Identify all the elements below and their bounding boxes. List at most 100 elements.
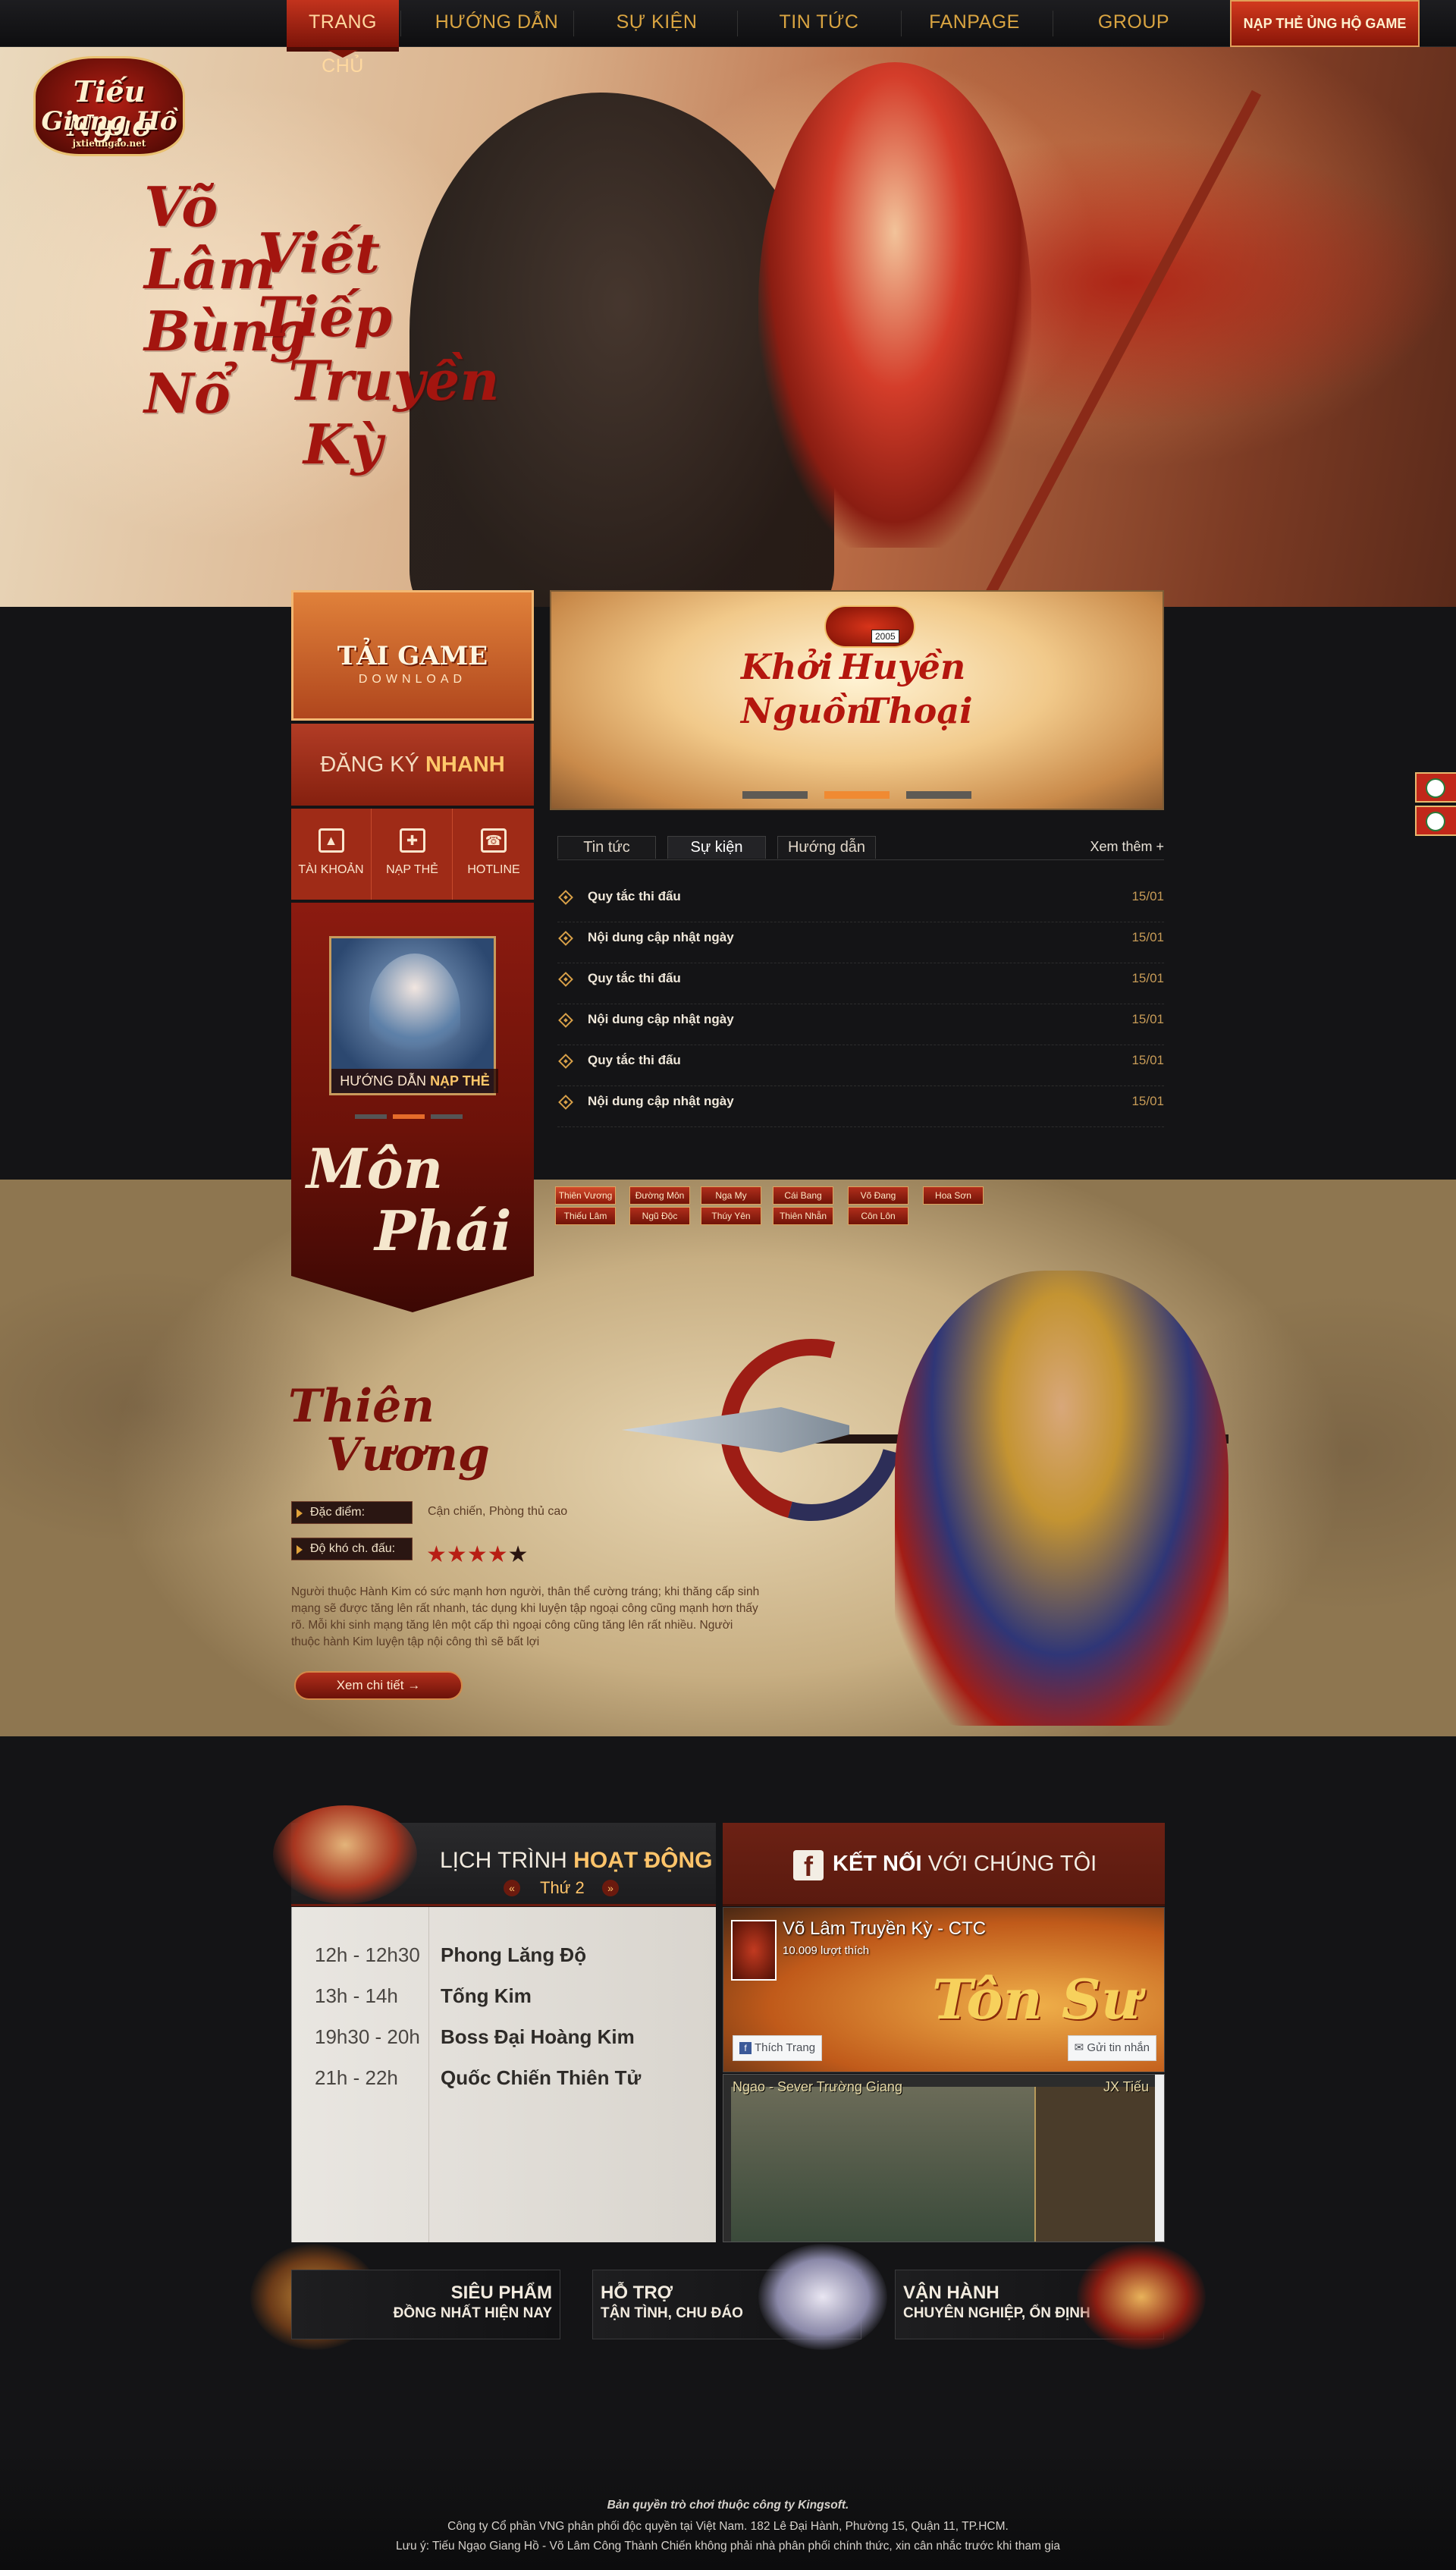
fb-page-avatar[interactable] bbox=[731, 1920, 777, 1981]
news-date: 15/01 bbox=[1131, 971, 1164, 985]
promo-dot[interactable] bbox=[355, 1114, 387, 1119]
class-trait-label: Đặc điểm: bbox=[291, 1501, 413, 1524]
banner-badge-year: 2005 bbox=[871, 630, 899, 643]
faction-button[interactable]: Đường Môn bbox=[629, 1186, 690, 1205]
slogan-word: Bùng bbox=[144, 299, 308, 363]
facebook-page-card[interactable]: Tôn Sư Võ Lâm Truyền Kỳ - CTC 10.009 lượ… bbox=[723, 1907, 1165, 2072]
banner-dot[interactable] bbox=[824, 791, 890, 799]
fb-like-count: 10.009 lượt thích bbox=[783, 1944, 870, 1957]
prev-day-button[interactable]: « bbox=[504, 1880, 520, 1896]
view-detail-label: Xem chi tiết bbox=[336, 1678, 404, 1692]
promo-dot[interactable] bbox=[431, 1114, 463, 1119]
faction-button[interactable]: Thiên Vương bbox=[555, 1186, 616, 1205]
quick-link-account[interactable]: ▲ TÀI KHOẢN bbox=[291, 809, 372, 900]
faction-button[interactable]: Hoa Sơn bbox=[923, 1186, 984, 1205]
left-panel: TẢI GAME DOWNLOAD ĐĂNG KÝ NHANH ▲ TÀI KH… bbox=[291, 590, 534, 1312]
download-title: TẢI GAME bbox=[337, 641, 488, 671]
news-item[interactable]: Quy tắc thi đấu 15/01 bbox=[557, 1045, 1164, 1086]
view-detail-button[interactable]: Xem chi tiết → bbox=[294, 1671, 463, 1700]
side-float-button[interactable] bbox=[1415, 806, 1456, 836]
schedule-time: 12h - 12h30 bbox=[315, 1943, 420, 1966]
register-button[interactable]: ĐĂNG KÝ NHANH bbox=[291, 724, 534, 806]
account-icon: ▲ bbox=[318, 828, 344, 853]
topup-guide-card[interactable]: HƯỚNG DẪN NẠP THẺ bbox=[329, 936, 498, 1095]
class-name-word: Thiên bbox=[288, 1380, 435, 1433]
tab-guides[interactable]: Hướng dẫn bbox=[777, 836, 876, 859]
tab-events[interactable]: Sự kiện bbox=[667, 836, 766, 859]
connect-title-text: VỚI CHÚNG TÔI bbox=[927, 1852, 1097, 1876]
nav-home[interactable]: TRANG CHỦ bbox=[287, 0, 399, 77]
star-icon: ★ bbox=[426, 1542, 447, 1567]
news-date: 15/01 bbox=[1131, 1053, 1164, 1067]
faction-section bbox=[0, 1180, 1456, 1736]
quick-link-topup[interactable]: ✚ NẠP THẺ bbox=[372, 809, 453, 900]
feature-character-art bbox=[1077, 2244, 1206, 2350]
class-trait-value: Cận chiến, Phòng thủ cao bbox=[428, 1505, 568, 1518]
class-description: Người thuộc Hành Kim có sức mạnh hơn ngư… bbox=[291, 1585, 760, 1648]
nav-group[interactable]: GROUP bbox=[1069, 0, 1198, 47]
footer-distributor: Công ty Cổ phần VNG phân phối độc quyền … bbox=[447, 2520, 1009, 2533]
faction-button[interactable]: Võ Đang bbox=[848, 1186, 908, 1205]
schedule-event: Boss Đại Hoàng Kim bbox=[441, 2025, 635, 2048]
avatar-icon bbox=[1426, 812, 1445, 831]
news-list: Quy tắc thi đấu 15/01 Nội dung cập nhật n… bbox=[557, 881, 1164, 1127]
faction-button[interactable]: Thiếu Lâm bbox=[555, 1207, 616, 1225]
fb-page-name[interactable]: Võ Lâm Truyền Kỳ - CTC bbox=[783, 1918, 986, 1940]
game-logo[interactable]: Tiếu Ngạo Giang Hồ jxtieungao.net bbox=[33, 56, 185, 156]
faction-button[interactable]: Ngũ Độc bbox=[629, 1207, 690, 1225]
news-item[interactable]: Nội dung cập nhật ngày 15/01 bbox=[557, 1086, 1164, 1127]
banner-dot[interactable] bbox=[906, 791, 971, 799]
next-day-button[interactable]: » bbox=[602, 1880, 619, 1896]
news-item[interactable]: Nội dung cập nhật ngày 15/01 bbox=[557, 922, 1164, 963]
news-item[interactable]: Quy tắc thi đấu 15/01 bbox=[557, 963, 1164, 1004]
download-button[interactable]: TẢI GAME DOWNLOAD bbox=[291, 590, 534, 721]
phone-icon: ☎ bbox=[481, 828, 507, 853]
schedule-time: 13h - 14h bbox=[315, 1984, 398, 2007]
star-icon: ★ bbox=[487, 1542, 508, 1567]
schedule-row: 19h30 - 20h Boss Đại Hoàng Kim bbox=[292, 2019, 717, 2050]
register-label: ĐĂNG KÝ bbox=[320, 752, 419, 777]
faction-button[interactable]: Côn Lôn bbox=[848, 1207, 908, 1225]
news-title: Quy tắc thi đấu bbox=[588, 971, 681, 985]
fb-video-embed[interactable]: Ngao - Sever Trường Giang JX Tiếu bbox=[723, 2074, 1165, 2242]
faction-button[interactable]: Thúy Yên bbox=[701, 1207, 761, 1225]
hero-slogan-right: Viết Tiếp Truyền Kỳ bbox=[258, 221, 500, 476]
see-more-link[interactable]: Xem thêm + bbox=[1090, 839, 1164, 855]
nav-divider bbox=[901, 11, 902, 36]
schedule-time: 21h - 22h bbox=[315, 2066, 398, 2089]
schedule-row: 13h - 14h Tống Kim bbox=[292, 1978, 717, 2009]
class-name: Thiên Vương bbox=[288, 1382, 490, 1479]
star-icon: ★ bbox=[446, 1542, 467, 1567]
tab-news[interactable]: Tin tức bbox=[557, 836, 656, 859]
topup-button[interactable]: NẠP THẺ ỦNG HỘ GAME bbox=[1230, 0, 1420, 47]
feature-title: VẬN HÀNH bbox=[903, 2283, 999, 2303]
fb-message-button[interactable]: ✉ Gửi tin nhắn bbox=[1067, 2035, 1156, 2061]
news-item[interactable]: Nội dung cập nhật ngày 15/01 bbox=[557, 1004, 1164, 1045]
facebook-icon: f bbox=[739, 2042, 752, 2054]
faction-button[interactable]: Nga My bbox=[701, 1186, 761, 1205]
feature-subtitle: ĐỒNG NHẤT HIỆN NAY bbox=[393, 2305, 552, 2321]
news-item[interactable]: Quy tắc thi đấu 15/01 bbox=[557, 881, 1164, 922]
nav-divider bbox=[573, 11, 574, 36]
banner-word: Huyền bbox=[839, 646, 966, 687]
quick-link-hotline[interactable]: ☎ HOTLINE bbox=[453, 809, 534, 900]
faction-button[interactable]: Thiên Nhẫn bbox=[773, 1207, 833, 1225]
nav-guide[interactable]: HƯỚNG DẪN bbox=[425, 0, 569, 47]
faction-button[interactable]: Cái Bang bbox=[773, 1186, 833, 1205]
video-title-right: JX Tiếu bbox=[1103, 2079, 1149, 2094]
promo-dot[interactable] bbox=[393, 1114, 425, 1119]
nav-events[interactable]: SỰ KIỆN bbox=[588, 0, 725, 47]
nav-fanpage[interactable]: FANPAGE bbox=[910, 0, 1039, 47]
nav-news[interactable]: TIN TỨC bbox=[751, 0, 887, 47]
schedule-day: Thứ 2 bbox=[540, 1878, 585, 1897]
banner-word: Nguồn bbox=[741, 690, 871, 731]
side-float-button[interactable] bbox=[1415, 772, 1456, 803]
video-scrollbar[interactable] bbox=[1155, 2075, 1164, 2242]
fb-like-button[interactable]: f Thích Trang bbox=[733, 2035, 823, 2061]
schedule-character-art bbox=[273, 1805, 417, 1904]
event-banner[interactable]: 2005 Khởi Huyền Nguồn Thoại bbox=[550, 590, 1164, 810]
facebook-icon: f bbox=[793, 1850, 824, 1882]
avatar-icon bbox=[1426, 778, 1445, 798]
faction-warrior-art bbox=[895, 1271, 1228, 1726]
banner-dot[interactable] bbox=[742, 791, 808, 799]
